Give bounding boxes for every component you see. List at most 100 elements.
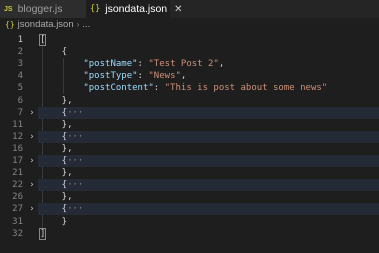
- folded-ellipsis: ···: [67, 180, 84, 191]
- javascript-file-icon: JS: [4, 5, 13, 13]
- code-text: },: [40, 95, 73, 107]
- code-line[interactable]: 4 "postType": "News",: [0, 70, 379, 82]
- json-punctuation: },: [40, 192, 73, 203]
- json-key: "postContent": [40, 83, 154, 94]
- tab-blogger-js[interactable]: JS blogger.js: [0, 0, 86, 18]
- line-number: 6: [17, 95, 23, 106]
- folded-ellipsis: ···: [67, 107, 84, 118]
- code-text: }: [40, 216, 67, 228]
- line-number: 5: [17, 83, 23, 94]
- json-punctuation: }: [40, 216, 68, 227]
- json-punctuation: ]: [38, 227, 47, 240]
- code-text: {: [40, 46, 67, 58]
- code-text: },: [40, 143, 73, 155]
- code-text: {···: [40, 203, 84, 215]
- json-punctuation: {: [40, 204, 68, 215]
- tab-label: blogger.js: [17, 3, 63, 15]
- tab-jsondata-json[interactable]: {} jsondata.json ✕: [86, 0, 183, 18]
- line-number: 12: [12, 131, 23, 142]
- code-line[interactable]: 17 › {···: [0, 155, 379, 167]
- code-line[interactable]: 12 › {···: [0, 130, 379, 143]
- code-line[interactable]: 31 }: [0, 216, 379, 228]
- json-punctuation: [: [38, 34, 47, 46]
- line-number: 32: [12, 228, 23, 239]
- json-file-icon: {}: [5, 20, 15, 29]
- json-key: "postType": [40, 71, 138, 82]
- code-editor[interactable]: 1[2 {3 "postName": "Test Post 2", 4 "post…: [0, 32, 379, 253]
- folded-ellipsis: ···: [67, 204, 84, 215]
- json-string: "This is post about some news": [164, 83, 328, 94]
- code-text: {···: [40, 131, 84, 143]
- folded-region-highlight: [38, 179, 379, 192]
- json-punctuation: {: [40, 131, 68, 142]
- line-number: 1: [17, 35, 23, 45]
- line-number: 31: [12, 216, 23, 227]
- code-text: "postContent": "This is post about some …: [40, 82, 327, 94]
- code-line[interactable]: 2 {: [0, 46, 379, 58]
- code-text: {···: [40, 179, 84, 191]
- breadcrumb-item-more[interactable]: ...: [82, 19, 90, 30]
- code-line[interactable]: 3 "postName": "Test Post 2",: [0, 58, 379, 70]
- json-punctuation: },: [40, 168, 73, 179]
- fold-chevron-icon[interactable]: ›: [27, 131, 37, 143]
- tab-label: jsondata.json: [105, 3, 168, 15]
- line-number: 22: [12, 180, 23, 191]
- fold-chevron-icon[interactable]: ›: [27, 107, 37, 119]
- folded-region-highlight: [38, 130, 379, 143]
- code-line[interactable]: 22 › {···: [0, 179, 379, 192]
- code-text: },: [40, 119, 73, 131]
- chevron-right-icon: ›: [76, 20, 80, 29]
- fold-chevron-icon[interactable]: ›: [27, 155, 37, 167]
- line-number: 11: [12, 119, 23, 130]
- code-text: {···: [40, 155, 84, 167]
- code-text: [: [38, 34, 47, 46]
- code-line[interactable]: 5 "postContent": "This is post about som…: [0, 82, 379, 94]
- code-line[interactable]: 32]: [0, 227, 379, 240]
- line-number: 2: [17, 47, 23, 58]
- folded-ellipsis: ···: [67, 156, 84, 166]
- fold-chevron-icon[interactable]: ›: [27, 179, 37, 191]
- code-line[interactable]: 11 },: [0, 119, 379, 131]
- code-text: "postName": "Test Post 2",: [40, 58, 224, 70]
- folded-region-highlight: [38, 203, 379, 216]
- code-text: },: [40, 167, 73, 179]
- line-number: 7: [17, 107, 23, 118]
- json-punctuation: {: [40, 180, 68, 191]
- breadcrumb-item-file[interactable]: jsondata.json: [18, 19, 74, 30]
- line-number: 21: [12, 168, 23, 179]
- code-text: },: [40, 191, 73, 203]
- code-line[interactable]: 7 › {···: [0, 106, 379, 119]
- tab-bar: JS blogger.js {} jsondata.json ✕: [0, 0, 379, 18]
- json-string: "News": [148, 71, 181, 82]
- json-punctuation: },: [40, 119, 73, 130]
- line-number: 17: [12, 156, 23, 166]
- line-number: 26: [12, 192, 23, 203]
- line-number: 16: [12, 143, 23, 154]
- json-punctuation: :: [137, 59, 149, 70]
- code-text: "postType": "News",: [40, 70, 186, 82]
- code-text: ]: [38, 227, 47, 240]
- code-line[interactable]: 6 },: [0, 95, 379, 107]
- json-punctuation: },: [40, 143, 73, 154]
- json-punctuation: },: [40, 95, 73, 106]
- code-line[interactable]: 1[: [0, 34, 379, 46]
- json-punctuation: {: [40, 107, 68, 118]
- json-punctuation: {: [40, 47, 68, 58]
- json-key: "postName": [40, 59, 138, 70]
- line-number: 4: [17, 71, 23, 82]
- code-line[interactable]: 27 › {···: [0, 203, 379, 216]
- json-punctuation: ,: [180, 71, 187, 82]
- json-punctuation: :: [153, 83, 165, 94]
- code-line[interactable]: 26 },: [0, 191, 379, 203]
- code-line[interactable]: 21 },: [0, 167, 379, 179]
- fold-chevron-icon[interactable]: ›: [27, 203, 37, 215]
- json-punctuation: :: [137, 71, 149, 82]
- close-icon[interactable]: ✕: [174, 4, 182, 15]
- breadcrumb: {} jsondata.json › ...: [0, 18, 379, 31]
- line-number: 27: [12, 204, 23, 215]
- json-string: "Test Post 2": [148, 59, 219, 70]
- code-text: {···: [40, 107, 84, 119]
- folded-region-highlight: [38, 155, 379, 167]
- code-line[interactable]: 16 },: [0, 143, 379, 155]
- folded-ellipsis: ···: [67, 131, 84, 142]
